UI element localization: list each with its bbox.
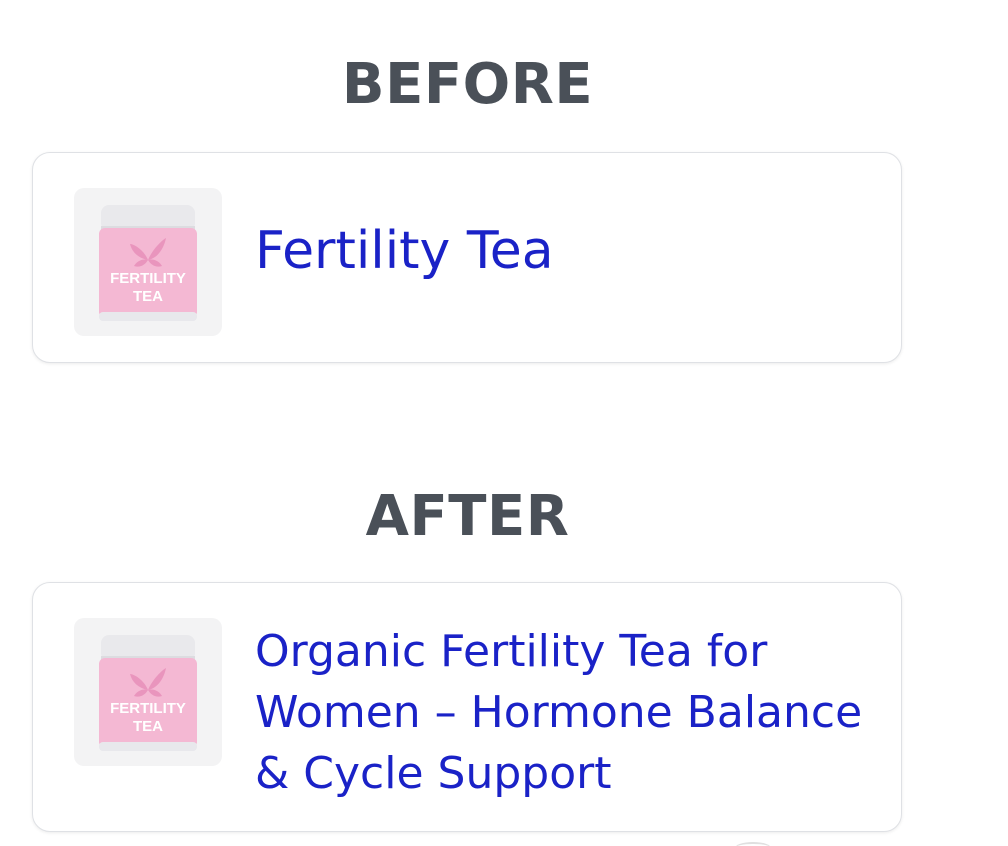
jar-label-line1: FERTILITY: [110, 270, 186, 287]
jar-label-line2: TEA: [133, 718, 163, 735]
product-card-after[interactable]: FERTILITY TEA Organic Fertility Tea for …: [32, 582, 902, 832]
jar-label-line2: TEA: [133, 288, 163, 305]
jar-label-line1: FERTILITY: [110, 700, 186, 717]
partial-element-edge: [735, 842, 771, 846]
product-title-link[interactable]: Fertility Tea: [255, 215, 554, 287]
product-thumbnail[interactable]: FERTILITY TEA: [74, 618, 222, 766]
fertility-tea-jar-icon: FERTILITY TEA: [99, 205, 197, 321]
after-heading: AFTER: [365, 484, 570, 549]
product-title-link[interactable]: Organic Fertility Tea for Women – Hormon…: [255, 621, 885, 804]
product-card-before[interactable]: FERTILITY TEA Fertility Tea: [32, 152, 902, 363]
product-thumbnail[interactable]: FERTILITY TEA: [74, 188, 222, 336]
fertility-tea-jar-icon: FERTILITY TEA: [99, 635, 197, 751]
comparison-page: BEFORE FERTILITY TEA Fertility Tea AFTER…: [0, 0, 1008, 846]
before-heading: BEFORE: [341, 52, 594, 117]
